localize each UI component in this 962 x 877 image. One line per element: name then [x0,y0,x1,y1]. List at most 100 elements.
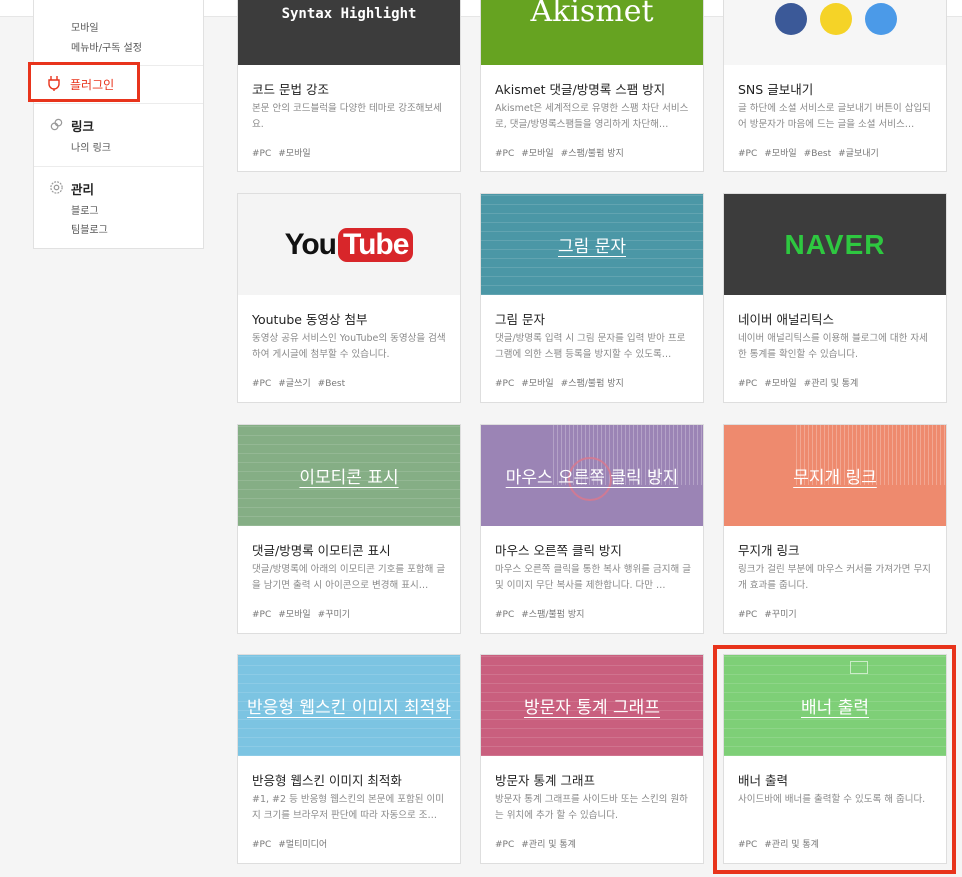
tag[interactable]: #꾸미기 [318,610,350,620]
card-desc: 동영상 공유 서비스인 YouTube의 동영상을 검색하여 게시글에 첨부할 … [252,333,446,360]
tag[interactable]: #PC [252,379,271,389]
card-thumbnail: 방문자 통계 그래프 [481,655,703,756]
tag[interactable]: #Best [804,149,831,159]
sidebar: 모바일 메뉴바/구독 설정 링크 나의 링크 관리 블로그 팀블로그 [33,0,204,249]
plugin-card-akismet[interactable]: Akismet Akismet 댓글/방명록 스팸 방지 Akismet은 세계… [480,0,704,172]
sidebar-item-manage[interactable]: 관리 [71,179,94,198]
tag[interactable]: #글보내기 [838,149,879,159]
sidebar-item-teamblog[interactable]: 팀블로그 [71,221,108,236]
tag[interactable]: #PC [252,149,271,159]
card-desc: 글 하단에 소셜 서비스로 글보내기 버튼이 삽입되어 방문자가 마음에 드는 … [738,103,931,130]
card-thumbnail: 그림 문자 [481,194,703,295]
sns-icons [775,3,897,35]
tag[interactable]: #모바일 [278,610,310,620]
plugin-card-rainbow-link[interactable]: 무지개 링크 무지개 링크 링크가 걸린 부분에 마우스 커서를 가져가면 무지… [723,424,947,634]
tag[interactable]: #PC [738,379,757,389]
mail-icon [850,661,868,674]
plugin-card-right-click[interactable]: 마우스 오른쪽 클릭 방지 마우스 오른쪽 클릭 방지 마우스 오른쪽 클릭을 … [480,424,704,634]
card-thumbnail: 마우스 오른쪽 클릭 방지 [481,425,703,526]
card-name: SNS 글보내기 [738,82,814,97]
card-thumbnail: 무지개 링크 [724,425,946,526]
facebook-icon [775,3,807,35]
sidebar-item-menubar[interactable]: 메뉴바/구독 설정 [71,39,142,54]
plugin-card-youtube[interactable]: You Tube Youtube 동영상 첨부 동영상 공유 서비스인 YouTu… [237,193,461,403]
sidebar-item-my-link[interactable]: 나의 링크 [71,139,111,154]
card-desc: 댓글/방명록 입력 시 그림 문자를 입력 받아 프로그램에 의한 스팸 등록을… [495,333,686,360]
card-tags: #PC #멀티미디어 [252,837,334,850]
plugin-card-naver[interactable]: NAVER 네이버 애널리틱스 네이버 애널리틱스를 이용해 블로그에 대한 자… [723,193,947,403]
sidebar-item-link[interactable]: 링크 [71,116,94,135]
kakaostory-icon [820,3,852,35]
tag[interactable]: #PC [738,610,757,620]
tag[interactable]: #스팸/불펌 방지 [521,610,584,620]
tag[interactable]: #PC [495,610,514,620]
tag[interactable]: #PC [252,840,271,850]
card-name: 그림 문자 [495,312,545,327]
card-thumbnail: 배너 출력 [724,655,946,756]
tag[interactable]: #PC [495,149,514,159]
card-desc: 본문 안의 코드블럭을 다양한 테마로 강조해보세요. [252,103,442,130]
card-thumbnail: 반응형 웹스킨 이미지 최적화 [238,655,460,756]
tag[interactable]: #PC [738,149,757,159]
tag[interactable]: #관리 및 통계 [804,379,859,389]
twitter-icon [865,3,897,35]
card-thumb-title: 이모티콘 표시 [299,468,399,488]
tag[interactable]: #관리 및 통계 [521,840,576,850]
card-name: Youtube 동영상 첨부 [252,312,368,327]
card-tags: #PC #모바일 #Best #글보내기 [738,146,886,159]
card-name: Akismet 댓글/방명록 스팸 방지 [495,82,666,97]
sidebar-item-plugin[interactable]: 플러그인 [28,62,140,102]
card-tags: #PC #모바일 #꾸미기 [252,607,357,620]
card-name: 코드 문법 강조 [252,82,329,97]
card-desc: 마우스 오른쪽 클릭을 통한 복사 행위를 금지해 글 및 이미지 무단 복사를… [495,564,691,591]
tag[interactable]: #PC [495,840,514,850]
card-thumb-title: 배너 출력 [801,698,869,718]
tag[interactable]: #PC [252,610,271,620]
card-tags: #PC #모바일 [252,146,318,159]
gear-icon [48,179,64,195]
plugin-card-emoticon[interactable]: 이모티콘 표시 댓글/방명록 이모티콘 표시 댓글/방명록에 아래의 이모티콘 … [237,424,461,634]
card-name: 네이버 애널리틱스 [738,312,834,327]
naver-logo: NAVER [784,228,886,260]
card-desc: 방문자 통계 그래프를 사이드바 또는 스킨의 원하는 위치에 추가 할 수 있… [495,794,688,821]
tag[interactable]: #스팸/불펌 방지 [561,379,624,389]
card-thumbnail: Akismet [481,0,703,65]
tag[interactable]: #꾸미기 [764,610,796,620]
plug-icon [48,76,60,91]
tag[interactable]: #스팸/불펌 방지 [561,149,624,159]
tag[interactable]: #모바일 [521,149,553,159]
card-tags: #PC #모바일 #스팸/불펌 방지 [495,376,631,389]
tag[interactable]: #모바일 [521,379,553,389]
card-desc: 댓글/방명록에 아래의 이모티콘 기호를 포함해 글을 남기면 출력 시 아이콘… [252,564,446,591]
card-name: 무지개 링크 [738,543,800,558]
card-thumbnail: You Tube [238,194,460,295]
plugin-card-responsive-image[interactable]: 반응형 웹스킨 이미지 최적화 반응형 웹스킨 이미지 최적화 #1, #2 등… [237,654,461,864]
plugin-card-emoji-captcha[interactable]: 그림 문자 그림 문자 댓글/방명록 입력 시 그림 문자를 입력 받아 프로그… [480,193,704,403]
tag[interactable]: #Best [318,379,345,389]
tag[interactable]: #멀티미디어 [278,840,327,850]
plugin-card-visitor-graph[interactable]: 방문자 통계 그래프 방문자 통계 그래프 방문자 통계 그래프를 사이드바 또… [480,654,704,864]
card-desc: Akismet은 세계적으로 유명한 스팸 차단 서비스로, 댓글/방명록스팸들… [495,103,689,130]
plugin-card-sns[interactable]: SNS 글보내기 글 하단에 소셜 서비스로 글보내기 버튼이 삽입되어 방문자… [723,0,947,172]
tag[interactable]: #글쓰기 [278,379,310,389]
tag[interactable]: #모바일 [764,379,796,389]
sidebar-item-mobile[interactable]: 모바일 [71,19,99,34]
card-tags: #PC #관리 및 통계 [495,837,583,850]
tag[interactable]: #모바일 [278,149,310,159]
card-tags: #PC #꾸미기 [738,607,804,620]
card-thumb-title: 반응형 웹스킨 이미지 최적화 [247,698,451,718]
plugin-card-syntax[interactable]: Syntax Highlight 코드 문법 강조 본문 안의 코드블럭을 다양… [237,0,461,172]
card-thumbnail: Syntax Highlight [238,0,460,65]
card-thumb-title: 무지개 링크 [793,468,877,488]
tag[interactable]: #PC [495,379,514,389]
tag[interactable]: #모바일 [764,149,796,159]
card-thumb-title: 그림 문자 [558,237,626,257]
link-icon [48,116,64,132]
akismet-logo: Akismet [530,0,654,29]
card-tags: #PC #모바일 #관리 및 통계 [738,376,865,389]
divider [34,103,203,104]
card-tags: #PC #모바일 #스팸/불펌 방지 [495,146,631,159]
sidebar-item-blog[interactable]: 블로그 [71,202,99,217]
card-name: 반응형 웹스킨 이미지 최적화 [252,773,402,788]
youtube-logo: You Tube [285,227,414,262]
